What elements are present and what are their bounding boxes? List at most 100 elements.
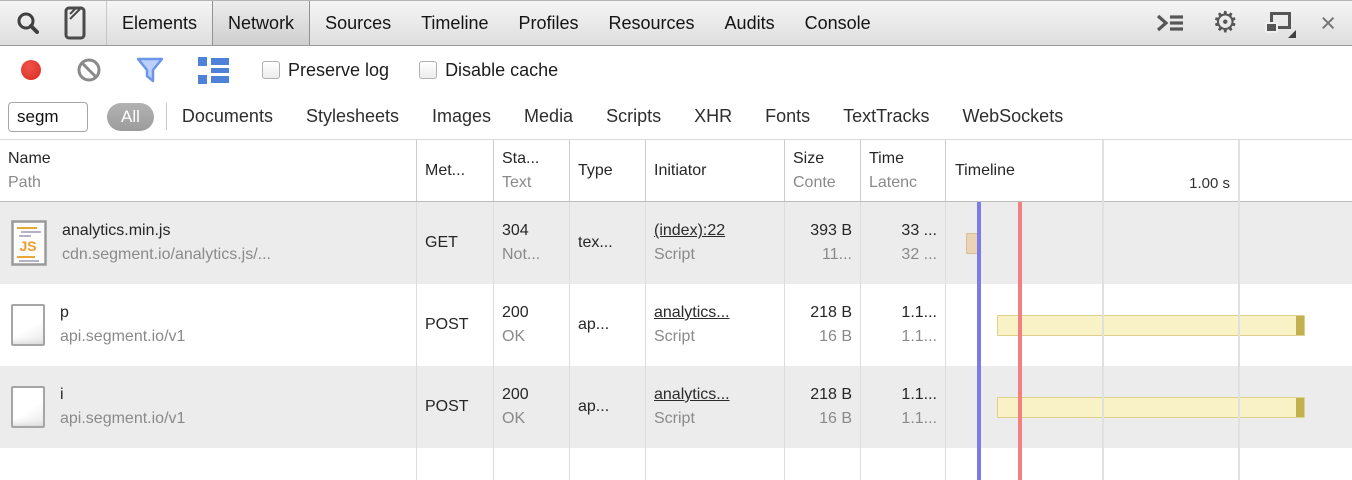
- type-cell: tex...: [570, 202, 646, 284]
- bar-receiving-cap: [1296, 316, 1304, 335]
- preserve-log-checkbox[interactable]: [262, 61, 280, 79]
- tab-sources[interactable]: Sources: [310, 1, 406, 45]
- resource-rows-icon[interactable]: [198, 57, 229, 84]
- tab-audits[interactable]: Audits: [710, 1, 790, 45]
- waterfall-bar: [966, 233, 981, 254]
- header-path-label: Path: [8, 171, 408, 195]
- table-header-row: Name Path Met... Sta... Text Type Initia…: [0, 140, 1352, 202]
- initiator-cell: analytics... Script: [646, 366, 785, 448]
- timeline-cell: [946, 366, 1352, 448]
- filter-search-input[interactable]: [8, 102, 88, 132]
- request-row-i[interactable]: i api.segment.io/v1 POST 200 OK ap... an…: [0, 366, 1352, 448]
- filter-media[interactable]: Media: [524, 106, 573, 127]
- table-filler-row: [0, 448, 1352, 480]
- header-method-label: Met...: [425, 159, 485, 183]
- tab-network[interactable]: Network: [212, 1, 310, 45]
- waterfall-bar: [997, 397, 1305, 418]
- column-header-timeline[interactable]: Timeline 1.00 s: [946, 140, 1352, 201]
- file-icon: [11, 386, 45, 428]
- filter-xhr[interactable]: XHR: [694, 106, 732, 127]
- tab-elements[interactable]: Elements: [107, 1, 212, 45]
- requests-table: Name Path Met... Sta... Text Type Initia…: [0, 140, 1352, 480]
- initiator-link[interactable]: (index):22: [654, 219, 776, 243]
- filter-images[interactable]: Images: [432, 106, 491, 127]
- filter-websockets[interactable]: WebSockets: [962, 106, 1063, 127]
- request-row-analytics[interactable]: JS analytics.min.js cdn.segment.io/analy…: [0, 202, 1352, 284]
- column-header-size[interactable]: Size Conte: [785, 140, 861, 201]
- size-cell: 218 B 16 B: [785, 284, 861, 366]
- filter-all-pill[interactable]: All: [107, 103, 154, 131]
- column-header-method[interactable]: Met...: [417, 140, 494, 201]
- initiator-cell: analytics... Script: [646, 284, 785, 366]
- header-content-label: Conte: [793, 171, 852, 195]
- dock-front-window: [1265, 22, 1278, 33]
- device-mode-icon[interactable]: [62, 6, 88, 40]
- request-row-p[interactable]: p api.segment.io/v1 POST 200 OK ap... an…: [0, 284, 1352, 366]
- header-type-label: Type: [578, 159, 637, 183]
- status-cell: 304 Not...: [494, 202, 570, 284]
- tab-resources[interactable]: Resources: [594, 1, 710, 45]
- size-cell: 218 B 16 B: [785, 366, 861, 448]
- column-header-type[interactable]: Type: [570, 140, 646, 201]
- filter-documents[interactable]: Documents: [182, 106, 273, 127]
- panel-tabs: Elements Network Sources Timeline Profil…: [107, 1, 886, 45]
- network-filterbar: All Documents Stylesheets Images Media S…: [0, 94, 1352, 140]
- record-button[interactable]: [21, 60, 41, 80]
- devtools-tabbar: Elements Network Sources Timeline Profil…: [0, 1, 1352, 46]
- request-path: api.segment.io/v1: [60, 325, 185, 349]
- tab-profiles[interactable]: Profiles: [503, 1, 593, 45]
- column-header-time[interactable]: Time Latenc: [861, 140, 946, 201]
- preserve-log-option: Preserve log: [262, 60, 389, 81]
- column-header-initiator[interactable]: Initiator: [646, 140, 785, 201]
- request-name: p: [60, 301, 185, 325]
- filter-funnel-icon[interactable]: [135, 56, 165, 84]
- dock-side-icon[interactable]: [1265, 12, 1293, 35]
- filter-scripts[interactable]: Scripts: [606, 106, 661, 127]
- disable-cache-checkbox[interactable]: [419, 61, 437, 79]
- filter-stylesheets[interactable]: Stylesheets: [306, 106, 399, 127]
- header-size-label: Size: [793, 147, 852, 171]
- dock-menu-triangle: [1288, 30, 1296, 38]
- settings-gear-icon[interactable]: ⚙: [1212, 9, 1238, 38]
- header-status-label: Sta...: [502, 147, 561, 171]
- name-cell: i api.segment.io/v1: [0, 366, 417, 448]
- name-cell: JS analytics.min.js cdn.segment.io/analy…: [0, 202, 417, 284]
- time-cell: 1.1... 1.1...: [861, 284, 946, 366]
- initiator-cell: (index):22 Script: [646, 202, 785, 284]
- waterfall-bar: [997, 315, 1305, 336]
- inspect-search-icon[interactable]: [16, 11, 40, 35]
- tabbar-right-icons: ⚙ ×: [1155, 1, 1352, 45]
- request-name: i: [60, 383, 185, 407]
- status-cell: 200 OK: [494, 284, 570, 366]
- type-cell: ap...: [570, 366, 646, 448]
- status-cell: 200 OK: [494, 366, 570, 448]
- file-icon: [11, 304, 45, 346]
- request-name: analytics.min.js: [62, 219, 271, 243]
- filter-fonts[interactable]: Fonts: [765, 106, 810, 127]
- network-toolbar: Preserve log Disable cache: [0, 46, 1352, 94]
- tab-timeline[interactable]: Timeline: [406, 1, 503, 45]
- console-drawer-icon[interactable]: [1155, 12, 1185, 34]
- tabbar-left-icons: [0, 1, 107, 45]
- initiator-link[interactable]: analytics...: [654, 301, 776, 325]
- header-timeline-label: Timeline: [955, 140, 1015, 201]
- clear-icon[interactable]: [76, 57, 102, 83]
- timeline-scale-label: 1.00 s: [1189, 172, 1230, 196]
- time-cell: 33 ... 32 ...: [861, 202, 946, 284]
- filter-texttracks[interactable]: TextTracks: [843, 106, 929, 127]
- header-text-label: Text: [502, 171, 561, 195]
- timeline-cell: [946, 202, 1352, 284]
- column-header-name[interactable]: Name Path: [0, 140, 417, 201]
- size-cell: 393 B 11...: [785, 202, 861, 284]
- column-header-status[interactable]: Sta... Text: [494, 140, 570, 201]
- close-icon[interactable]: ×: [1320, 10, 1336, 37]
- js-file-icon: JS: [11, 220, 47, 266]
- initiator-link[interactable]: analytics...: [654, 383, 776, 407]
- method-cell: POST: [417, 284, 494, 366]
- bar-receiving-cap: [1296, 398, 1304, 417]
- tab-console[interactable]: Console: [790, 1, 886, 45]
- disable-cache-label: Disable cache: [445, 60, 558, 81]
- request-path: api.segment.io/v1: [60, 407, 185, 431]
- filter-separator: [166, 103, 167, 130]
- preserve-log-label: Preserve log: [288, 60, 389, 81]
